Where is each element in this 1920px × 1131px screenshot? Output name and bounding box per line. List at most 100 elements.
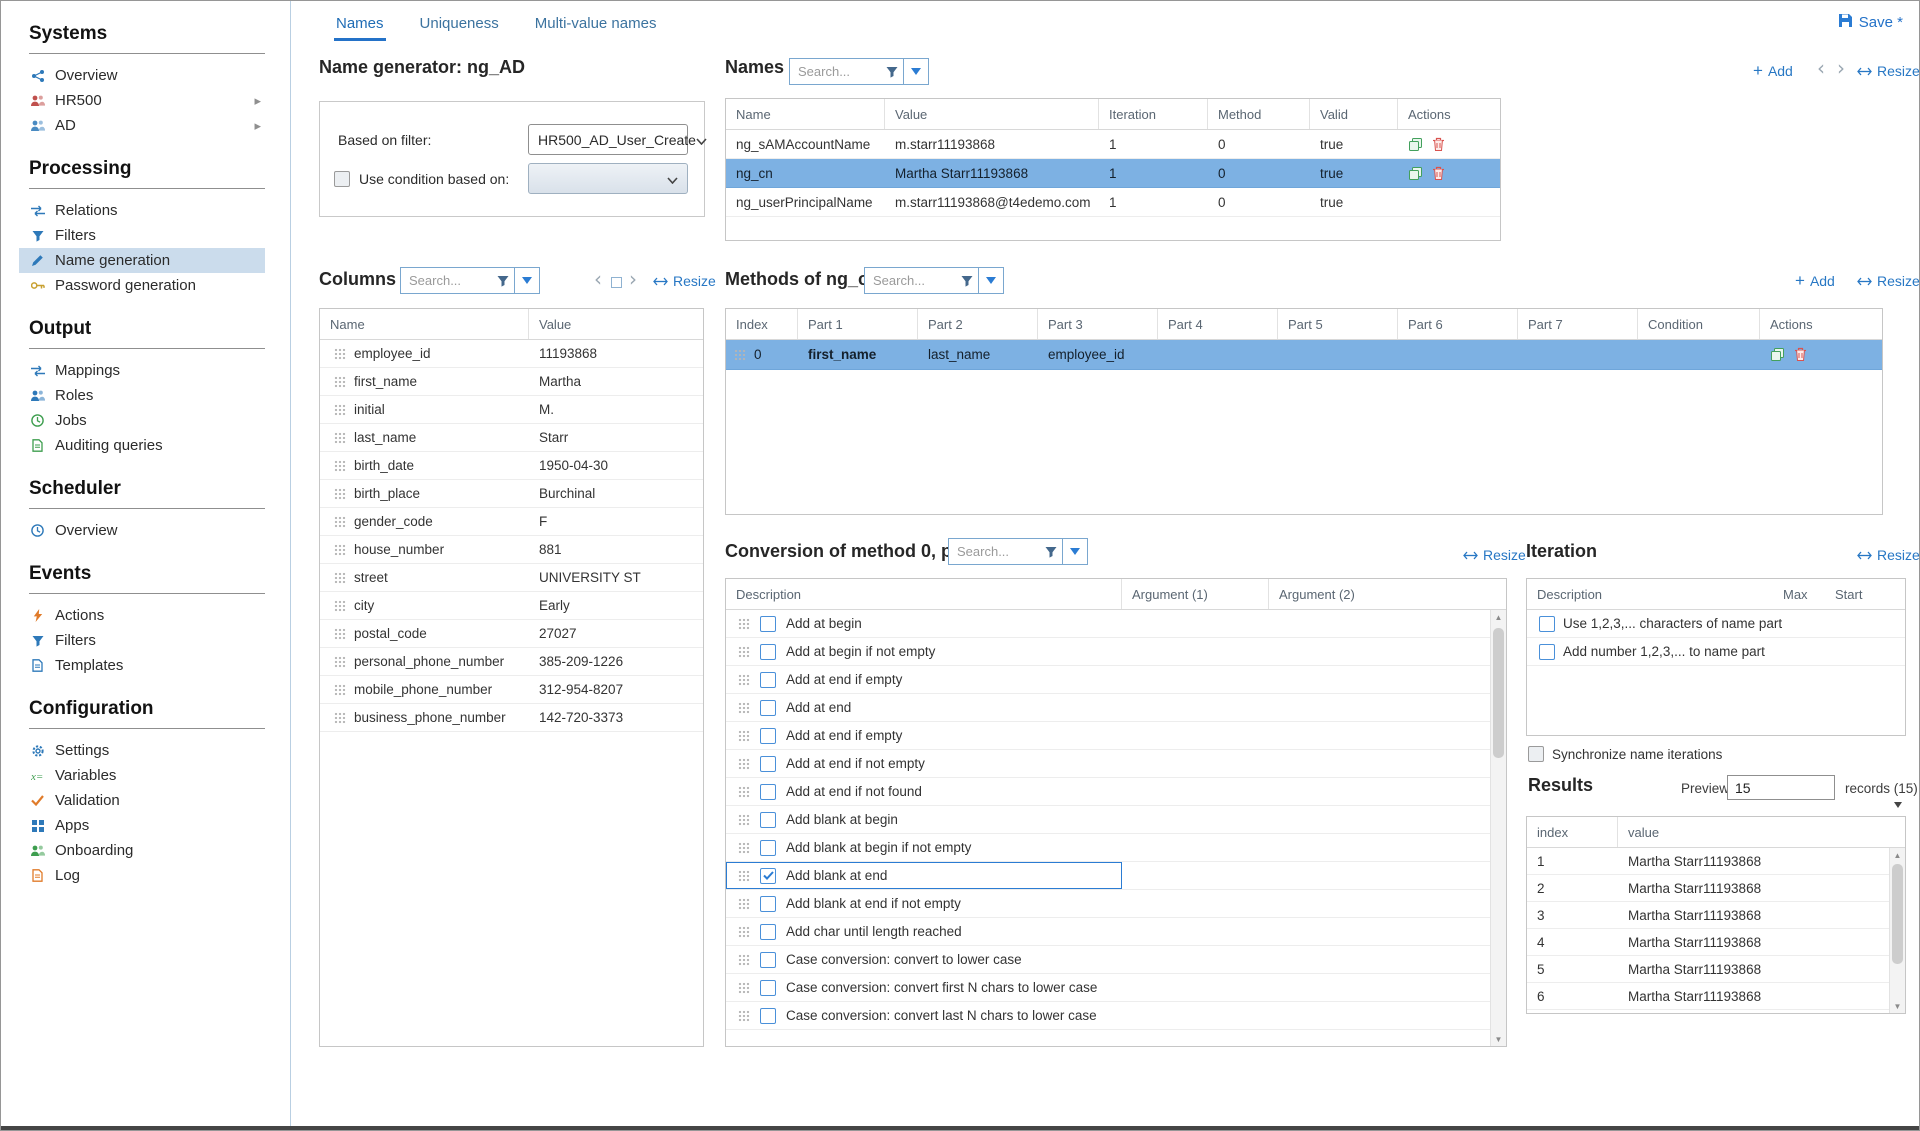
description-cell[interactable]: Add at end if not found: [726, 778, 1122, 805]
save-button[interactable]: Save *: [1838, 13, 1903, 32]
argument-1-cell[interactable]: [1122, 1002, 1269, 1029]
description-cell[interactable]: Add blank at begin if not empty: [726, 834, 1122, 861]
description-cell[interactable]: Case conversion: convert first N chars t…: [726, 974, 1122, 1001]
iteration-row[interactable]: Add number 1,2,3,... to name part: [1527, 638, 1905, 666]
column-row[interactable]: birth_placeBurchinal: [320, 480, 703, 508]
argument-1-cell[interactable]: [1122, 750, 1269, 777]
drag-handle-icon[interactable]: [334, 684, 346, 696]
description-cell[interactable]: Case conversion: convert to lower case: [726, 946, 1122, 973]
column-row[interactable]: cityEarly: [320, 592, 703, 620]
synchronize-checkbox[interactable]: [1528, 746, 1544, 762]
argument-2-cell[interactable]: [1269, 722, 1422, 749]
drag-handle-icon[interactable]: [734, 349, 746, 361]
column-row[interactable]: birth_date1950-04-30: [320, 452, 703, 480]
conversion-row[interactable]: Add at end: [726, 694, 1506, 722]
drag-handle-icon[interactable]: [334, 348, 346, 360]
sidebar-item-relations[interactable]: Relations: [19, 198, 265, 223]
drag-handle-icon[interactable]: [334, 712, 346, 724]
result-row[interactable]: 5Martha Starr11193868: [1527, 956, 1905, 983]
sidebar-item-variables[interactable]: x=Variables: [19, 763, 265, 788]
result-row[interactable]: 6Martha Starr11193868: [1527, 983, 1905, 1010]
conversion-row[interactable]: Add at end if empty: [726, 666, 1506, 694]
methods-search-input[interactable]: [865, 273, 956, 288]
columns-resize-button[interactable]: Resize: [653, 273, 716, 289]
names-table-row[interactable]: ng_sAMAccountNamem.starr1119386810true: [726, 130, 1500, 159]
scroll-down-icon[interactable]: ▼: [1890, 999, 1905, 1013]
description-cell[interactable]: Add blank at end: [726, 862, 1122, 889]
description-cell[interactable]: Add at end if empty: [726, 722, 1122, 749]
argument-1-cell[interactable]: [1122, 722, 1269, 749]
sidebar-item-name-generation[interactable]: Name generation: [19, 248, 265, 273]
sidebar-item-filters[interactable]: Filters: [19, 628, 265, 653]
conversion-checkbox[interactable]: [760, 728, 776, 744]
description-cell[interactable]: Add at begin: [726, 610, 1122, 637]
argument-1-cell[interactable]: [1122, 890, 1269, 917]
vertical-scrollbar[interactable]: ▲▼: [1490, 610, 1506, 1046]
prev-page-icon[interactable]: ‹: [1817, 60, 1825, 76]
conversion-checkbox[interactable]: [760, 616, 776, 632]
drag-handle-icon[interactable]: [334, 600, 346, 612]
result-row[interactable]: 2Martha Starr11193868: [1527, 875, 1905, 902]
result-row[interactable]: 1Martha Starr11193868: [1527, 848, 1905, 875]
filter-select[interactable]: HR500_AD_User_Create: [528, 124, 688, 155]
conversion-search-input[interactable]: [949, 544, 1040, 559]
drag-handle-icon[interactable]: [334, 628, 346, 640]
sidebar-item-auditing-queries[interactable]: Auditing queries: [19, 433, 265, 458]
argument-2-cell[interactable]: [1269, 890, 1422, 917]
conversion-row[interactable]: Case conversion: convert to lower case: [726, 946, 1506, 974]
sidebar-item-ad[interactable]: AD▸: [19, 113, 265, 138]
methods-add-button[interactable]: +Add: [1795, 273, 1835, 289]
drag-handle-icon[interactable]: [738, 674, 750, 686]
scrollbar-thumb[interactable]: [1493, 628, 1504, 758]
argument-2-cell[interactable]: [1269, 834, 1422, 861]
dropdown-arrow-icon[interactable]: [1894, 802, 1902, 808]
scrollbar-thumb[interactable]: [1892, 864, 1903, 964]
scroll-down-icon[interactable]: ▼: [1491, 1032, 1506, 1046]
drag-handle-icon[interactable]: [738, 730, 750, 742]
argument-1-cell[interactable]: [1122, 974, 1269, 1001]
chevron-right-icon[interactable]: ▸: [254, 93, 265, 109]
names-table-row[interactable]: ng_cnMartha Starr1119386810true: [726, 159, 1500, 188]
next-page-icon[interactable]: ›: [1837, 60, 1845, 76]
conversion-resize-button[interactable]: Resize: [1463, 547, 1526, 563]
tab-names[interactable]: Names: [334, 9, 386, 41]
columns-search-input[interactable]: [401, 273, 492, 288]
drag-handle-icon[interactable]: [738, 786, 750, 798]
sidebar-item-roles[interactable]: Roles: [19, 383, 265, 408]
argument-2-cell[interactable]: [1269, 778, 1422, 805]
sidebar-item-validation[interactable]: Validation: [19, 788, 265, 813]
sidebar-item-password-generation[interactable]: Password generation: [19, 273, 265, 298]
tab-multi-value-names[interactable]: Multi-value names: [533, 9, 659, 41]
argument-2-cell[interactable]: [1269, 750, 1422, 777]
sidebar-item-actions[interactable]: Actions: [19, 603, 265, 628]
copy-icon[interactable]: [1408, 166, 1423, 181]
drag-handle-icon[interactable]: [738, 926, 750, 938]
result-row[interactable]: 3Martha Starr11193868: [1527, 902, 1905, 929]
description-cell[interactable]: Add blank at end if not empty: [726, 890, 1122, 917]
sidebar-item-onboarding[interactable]: Onboarding: [19, 838, 265, 863]
description-cell[interactable]: Case conversion: convert last N chars to…: [726, 1002, 1122, 1029]
argument-1-cell[interactable]: [1122, 946, 1269, 973]
conversion-checkbox[interactable]: [760, 952, 776, 968]
prev-page-icon[interactable]: ‹: [594, 271, 602, 287]
conversion-row[interactable]: Add at end if not empty: [726, 750, 1506, 778]
sidebar-item-templates[interactable]: Templates: [19, 653, 265, 678]
drag-handle-icon[interactable]: [738, 618, 750, 630]
argument-2-cell[interactable]: [1269, 694, 1422, 721]
search-dropdown-button[interactable]: [1062, 539, 1087, 564]
tab-uniqueness[interactable]: Uniqueness: [418, 9, 501, 41]
description-cell[interactable]: Add at end: [726, 694, 1122, 721]
column-row[interactable]: streetUNIVERSITY ST: [320, 564, 703, 592]
conversion-row[interactable]: Add blank at end: [726, 862, 1506, 890]
argument-1-cell[interactable]: [1122, 862, 1269, 889]
column-row[interactable]: last_nameStarr: [320, 424, 703, 452]
conversion-row[interactable]: Case conversion: convert first N chars t…: [726, 974, 1506, 1002]
search-dropdown-button[interactable]: [903, 59, 928, 84]
conversion-row[interactable]: Case conversion: convert last N chars to…: [726, 1002, 1506, 1030]
drag-handle-icon[interactable]: [334, 404, 346, 416]
argument-1-cell[interactable]: [1122, 806, 1269, 833]
conversion-checkbox[interactable]: [760, 924, 776, 940]
drag-handle-icon[interactable]: [334, 656, 346, 668]
argument-2-cell[interactable]: [1269, 1002, 1422, 1029]
conversion-checkbox[interactable]: [760, 644, 776, 660]
